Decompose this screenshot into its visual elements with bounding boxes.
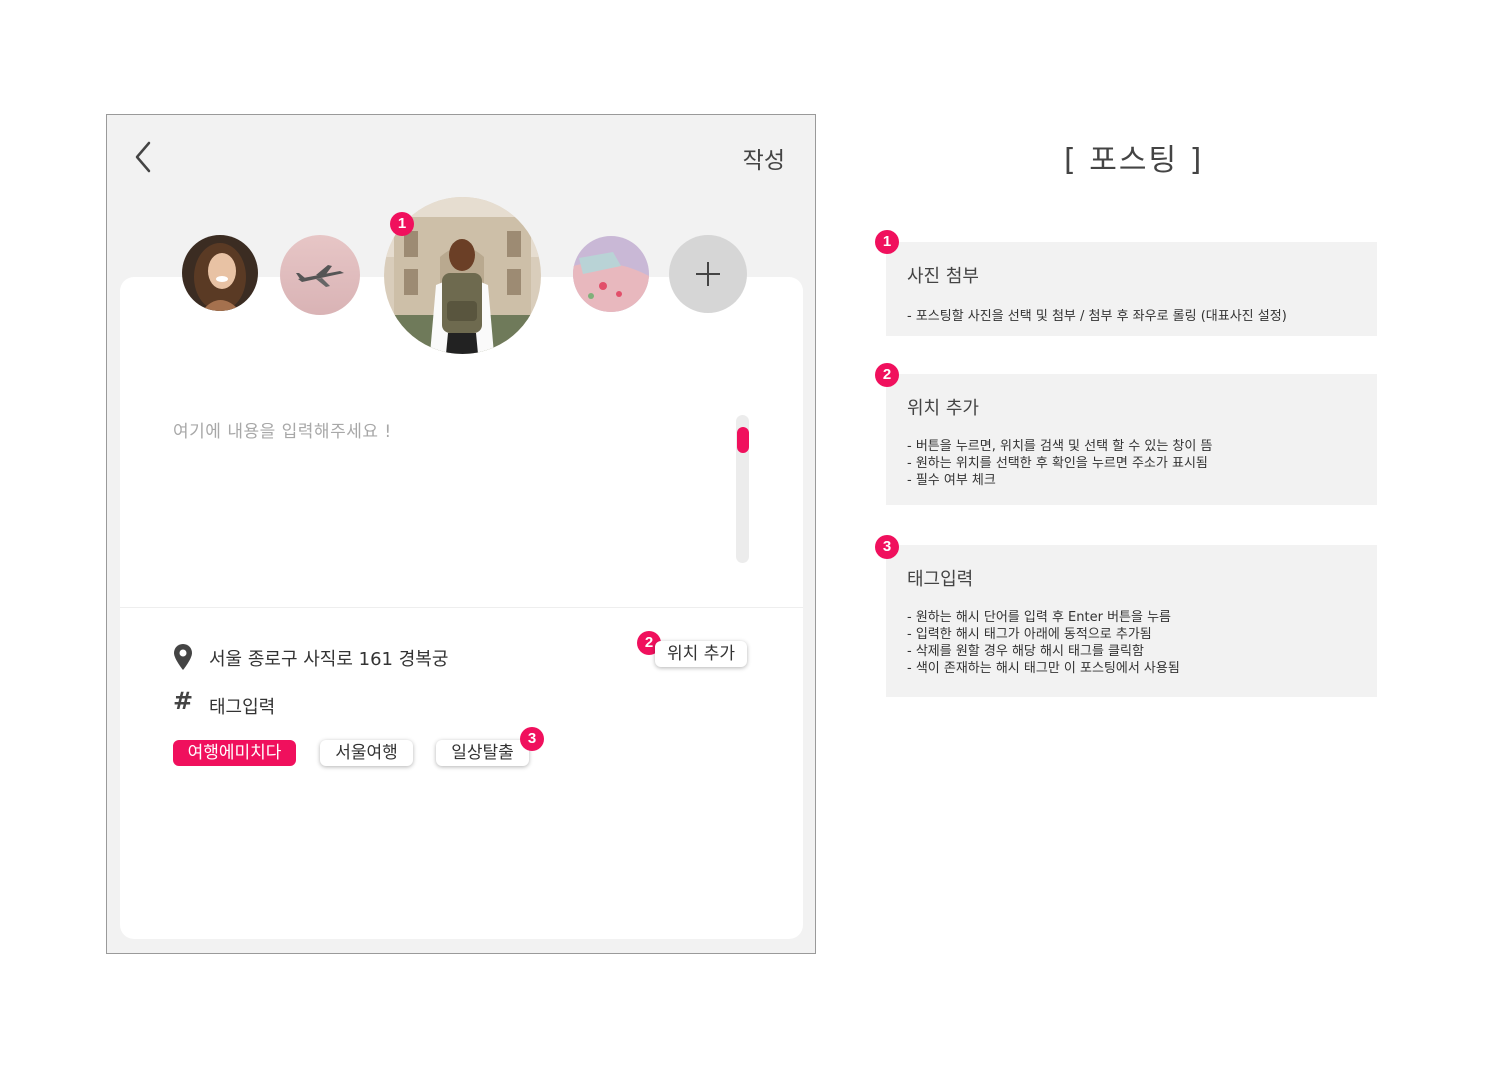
tag-chip[interactable]: 일상탈출 (436, 740, 529, 766)
airplane-sky-image (280, 235, 360, 315)
phone-frame: 작성 1 여기에 내용을 입력해주세요 ! 서울 종로구 사직로 161 경복궁… (106, 114, 816, 954)
plus-icon (696, 262, 720, 286)
note-title: 태그입력 (907, 569, 974, 590)
note-line: - 필수 여부 체크 (907, 473, 996, 488)
annotation-badge-1: 1 (875, 230, 899, 254)
tag-input[interactable]: 태그입력 (209, 693, 275, 719)
tag-chip[interactable]: 여행에미치다 (173, 740, 296, 766)
note-line: - 색이 존재하는 해시 태그만 이 포스팅에서 사용됨 (907, 661, 1180, 676)
annotation-badge-3: 3 (875, 535, 899, 559)
note-add-location: 위치 추가 - 버튼을 누르면, 위치를 검색 및 선택 할 수 있는 창이 뜸… (886, 374, 1377, 505)
hash-icon: # (173, 687, 194, 715)
annotation-badge-2: 2 (875, 363, 899, 387)
post-card (120, 277, 803, 939)
note-tag-input: 태그입력 - 원하는 해시 단어를 입력 후 Enter 버튼을 누름 - 입력… (886, 545, 1377, 697)
note-line: - 포스팅할 사진을 선택 및 첨부 / 첨부 후 좌우로 롤링 (대표사진 설… (907, 309, 1287, 324)
note-photo-attach: 사진 첨부 - 포스팅할 사진을 선택 및 첨부 / 첨부 후 좌우로 롤링 (… (886, 242, 1377, 336)
back-chevron-icon (135, 141, 151, 173)
fabric-shoes-image (573, 236, 649, 312)
content-input[interactable]: 여기에 내용을 입력해주세요 ! (173, 417, 392, 442)
panel-title: [ 포스팅 ] (1064, 143, 1204, 178)
back-button[interactable] (129, 137, 159, 177)
note-title: 사진 첨부 (907, 266, 979, 287)
scrollbar-thumb[interactable] (737, 427, 749, 453)
annotation-badge-3: 3 (520, 727, 544, 751)
location-address: 서울 종로구 사직로 161 경복궁 (209, 649, 449, 670)
photo-thumbnail-fabric[interactable] (573, 236, 649, 312)
note-title: 위치 추가 (907, 398, 979, 419)
add-location-button[interactable]: 위치 추가 (655, 641, 747, 667)
location-pin-icon (174, 644, 192, 670)
divider (120, 607, 803, 608)
woman-portrait-image (182, 235, 258, 311)
tag-chip[interactable]: 서울여행 (320, 740, 413, 766)
add-photo-button[interactable] (669, 235, 747, 313)
write-button[interactable]: 작성 (743, 141, 785, 175)
photo-thumbnail-woman[interactable] (182, 235, 258, 311)
annotation-badge-1: 1 (390, 212, 414, 236)
photo-thumbnail-airplane[interactable] (280, 235, 360, 315)
